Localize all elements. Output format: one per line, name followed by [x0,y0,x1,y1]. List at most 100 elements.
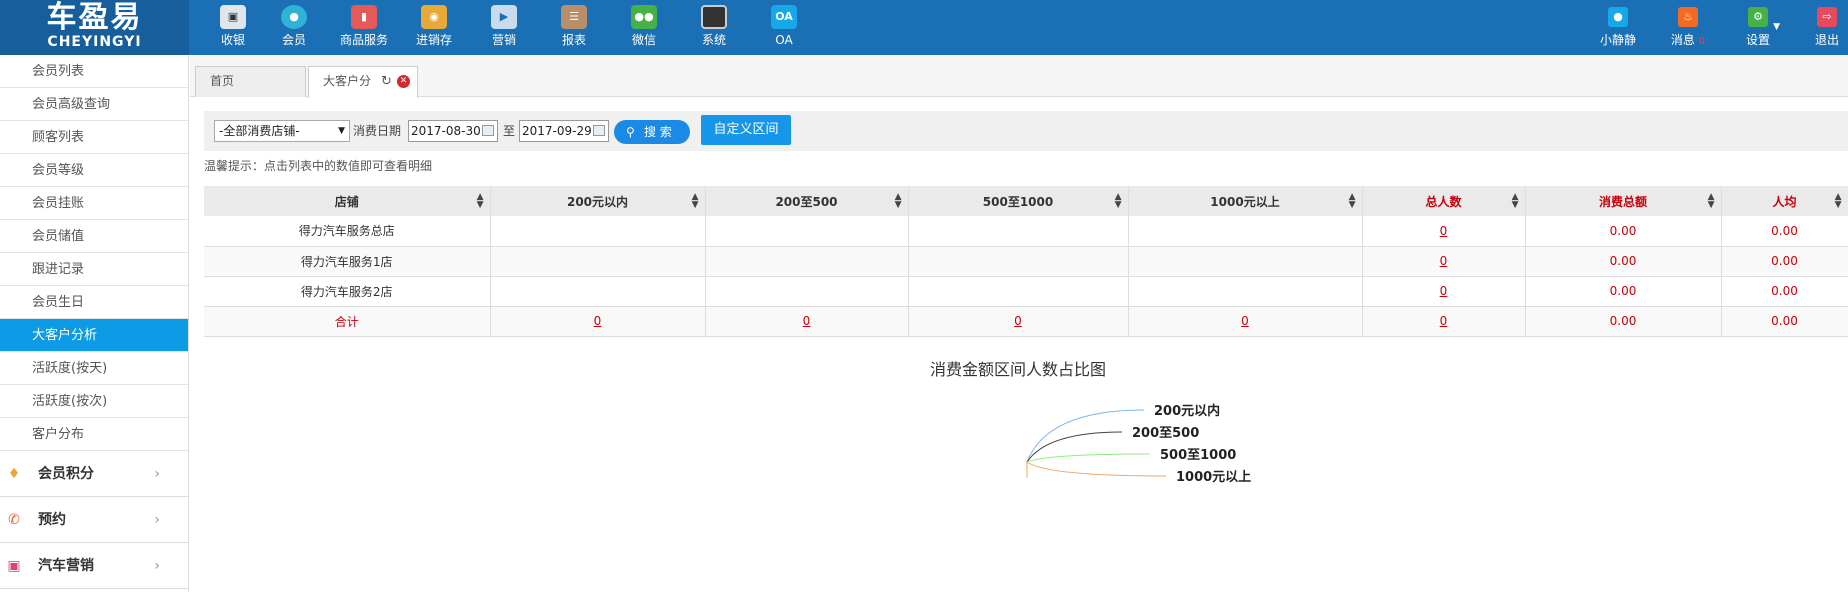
goods-service-icon: ▮ [351,5,377,29]
cell-store: 得力汽车服务2店 [204,276,491,307]
tab-bar: 首页 大客户分 ↻ ✕ [190,55,1848,98]
cell-200-500[interactable]: 0 [705,306,909,337]
sidebar-item-member-deposit[interactable]: 会员储值 [0,220,188,253]
col-total-people[interactable]: 总人数 ▲ ▼ [1362,186,1526,216]
sort-icon[interactable]: ▲ ▼ [1349,193,1356,210]
hint-text: 温馨提示：点击列表中的数值即可查看明细 [204,159,433,173]
sidebar-item-member-list[interactable]: 会员列表 [0,55,188,88]
sidebar-item-member-level[interactable]: 会员等级 [0,154,188,187]
cell-total-people[interactable]: 0 [1362,306,1526,337]
nav-cashier[interactable]: ▣ 收银 [202,0,264,55]
chart-title: 消费金额区间人数占比图 [930,360,1107,379]
col-200-500[interactable]: 200至500 ▲ ▼ [705,186,909,216]
nav-report[interactable]: ☰ 报表 [543,0,605,55]
calendar-icon[interactable] [593,125,605,136]
close-icon[interactable]: ✕ [397,75,410,88]
gear-icon: ⚙ [1748,7,1768,27]
nav-system[interactable]: 系统 [683,0,745,55]
pie-label: 200至500 [1132,426,1199,441]
col-store[interactable]: 店铺 ▲ ▼ [204,186,491,216]
group-label: 汽车营销 [38,558,94,574]
tab-home[interactable]: 首页 [195,66,306,97]
nav-inventory[interactable]: ◉ 进销存 [403,0,465,55]
sidebar-group-auto-marketing[interactable]: ▣ 汽车营销 › [0,543,188,589]
filter-bar: -全部消费店铺- ▼ 消费日期 2017-08-30 至 2017-09-29 … [204,111,1848,151]
nav-marketing[interactable]: ▶ 营销 [473,0,535,55]
sort-icon[interactable]: ▲ ▼ [1115,193,1122,210]
date-from-input[interactable]: 2017-08-30 [408,120,498,142]
pie-label: 200元以内 [1154,403,1220,419]
store-select[interactable]: -全部消费店铺- ▼ [214,120,350,142]
logo-en: CHEYINGYI [47,34,142,50]
sidebar-item-activity-by-count[interactable]: 活跃度(按次) [0,385,188,418]
col-over-1000[interactable]: 1000元以上 ▲ ▼ [1128,186,1363,216]
sidebar-item-big-customer-analysis[interactable]: 大客户分析 [0,319,188,352]
sidebar-item-follow-up[interactable]: 跟进记录 [0,253,188,286]
sidebar-item-member-birthday[interactable]: 会员生日 [0,286,188,319]
cell-500-1000[interactable]: 0 [908,306,1129,337]
sidebar-item-customer-distribution[interactable]: 客户分布 [0,418,188,451]
settings-label: 设置 [1745,33,1770,47]
search-button[interactable]: ⚲ 搜 索 [614,120,690,144]
chevron-down-icon: ▼ [338,126,345,136]
nav-label: 营销 [491,33,516,47]
sidebar-item-customer-list[interactable]: 顾客列表 [0,121,188,154]
col-average[interactable]: 人均 ▲ ▼ [1721,186,1848,216]
cell-over-1000[interactable]: 0 [1128,306,1363,337]
sort-icon[interactable]: ▲ ▼ [1708,193,1715,210]
cell-total-people[interactable]: 0 [1362,216,1526,247]
search-button-label: 搜 索 [644,125,672,139]
cell-under-200 [490,276,706,307]
logo-cn: 车盈易 [46,0,143,35]
cell-average: 0.00 [1721,276,1848,307]
nav-member[interactable]: ● 会员 [263,0,325,55]
sort-icon[interactable]: ▲ ▼ [477,193,484,210]
sidebar-group-appointment[interactable]: ✆ 预约 › [0,497,188,543]
nav-wechat[interactable]: ●● 微信 [613,0,675,55]
nav-label: 报表 [561,33,586,47]
cell-over-1000 [1128,276,1363,307]
chevron-right-icon: › [154,512,160,528]
cell-under-200 [490,216,706,247]
col-total-amount[interactable]: 消费总额 ▲ ▼ [1525,186,1722,216]
date-to-input[interactable]: 2017-09-29 [519,120,609,142]
nav-logout[interactable]: ⇨ 退出 [1797,0,1848,55]
tab-big-customer[interactable]: 大客户分 ↻ ✕ [308,66,418,98]
sort-icon[interactable]: ▲ ▼ [692,193,699,210]
sidebar-item-member-advanced-search[interactable]: 会员高级查询 [0,88,188,121]
inventory-icon: ◉ [421,5,447,29]
cell-total-amount: 0.00 [1525,216,1722,247]
sort-icon[interactable]: ▲ ▼ [895,193,902,210]
refresh-icon[interactable]: ↻ [381,67,392,96]
cell-under-200[interactable]: 0 [490,306,706,337]
group-label: 会员积分 [38,466,94,482]
sort-icon[interactable]: ▲ ▼ [1835,193,1842,210]
sidebar-group-points[interactable]: ♦ 会员积分 › [0,451,188,497]
chevron-right-icon: › [154,558,160,574]
sidebar-item-member-credit[interactable]: 会员挂账 [0,187,188,220]
oa-icon: OA [771,5,797,29]
calendar-icon[interactable] [482,125,494,136]
date-to-value: 2017-09-29 [522,124,592,138]
sidebar-item-activity-by-day[interactable]: 活跃度(按天) [0,352,188,385]
nav-label: 系统 [701,33,726,47]
nav-messages[interactable]: ♨ 消息 0 [1658,0,1718,55]
member-icon: ● [281,5,307,29]
sort-icon[interactable]: ▲ ▼ [1512,193,1519,210]
cell-500-1000 [908,276,1129,307]
col-500-1000[interactable]: 500至1000 ▲ ▼ [908,186,1129,216]
nav-goods-service[interactable]: ▮ 商品服务 [333,0,395,55]
logo[interactable]: 车盈易 CHEYINGYI [0,0,189,55]
pie-leader-line [1026,461,1167,477]
cell-total-people[interactable]: 0 [1362,246,1526,277]
to-label: 至 [503,124,516,138]
cell-total-people[interactable]: 0 [1362,276,1526,307]
custom-range-button[interactable]: 自定义区间 [701,115,791,145]
cell-200-500 [705,216,909,247]
nav-oa[interactable]: OA OA [753,0,815,55]
nav-settings[interactable]: ⚙ 设置 ▼ [1728,0,1788,55]
nav-user[interactable]: ● 小静静 [1588,0,1648,55]
tag-icon: ♦ [7,466,21,482]
nav-label: OA [775,33,793,47]
col-under-200[interactable]: 200元以内 ▲ ▼ [490,186,706,216]
